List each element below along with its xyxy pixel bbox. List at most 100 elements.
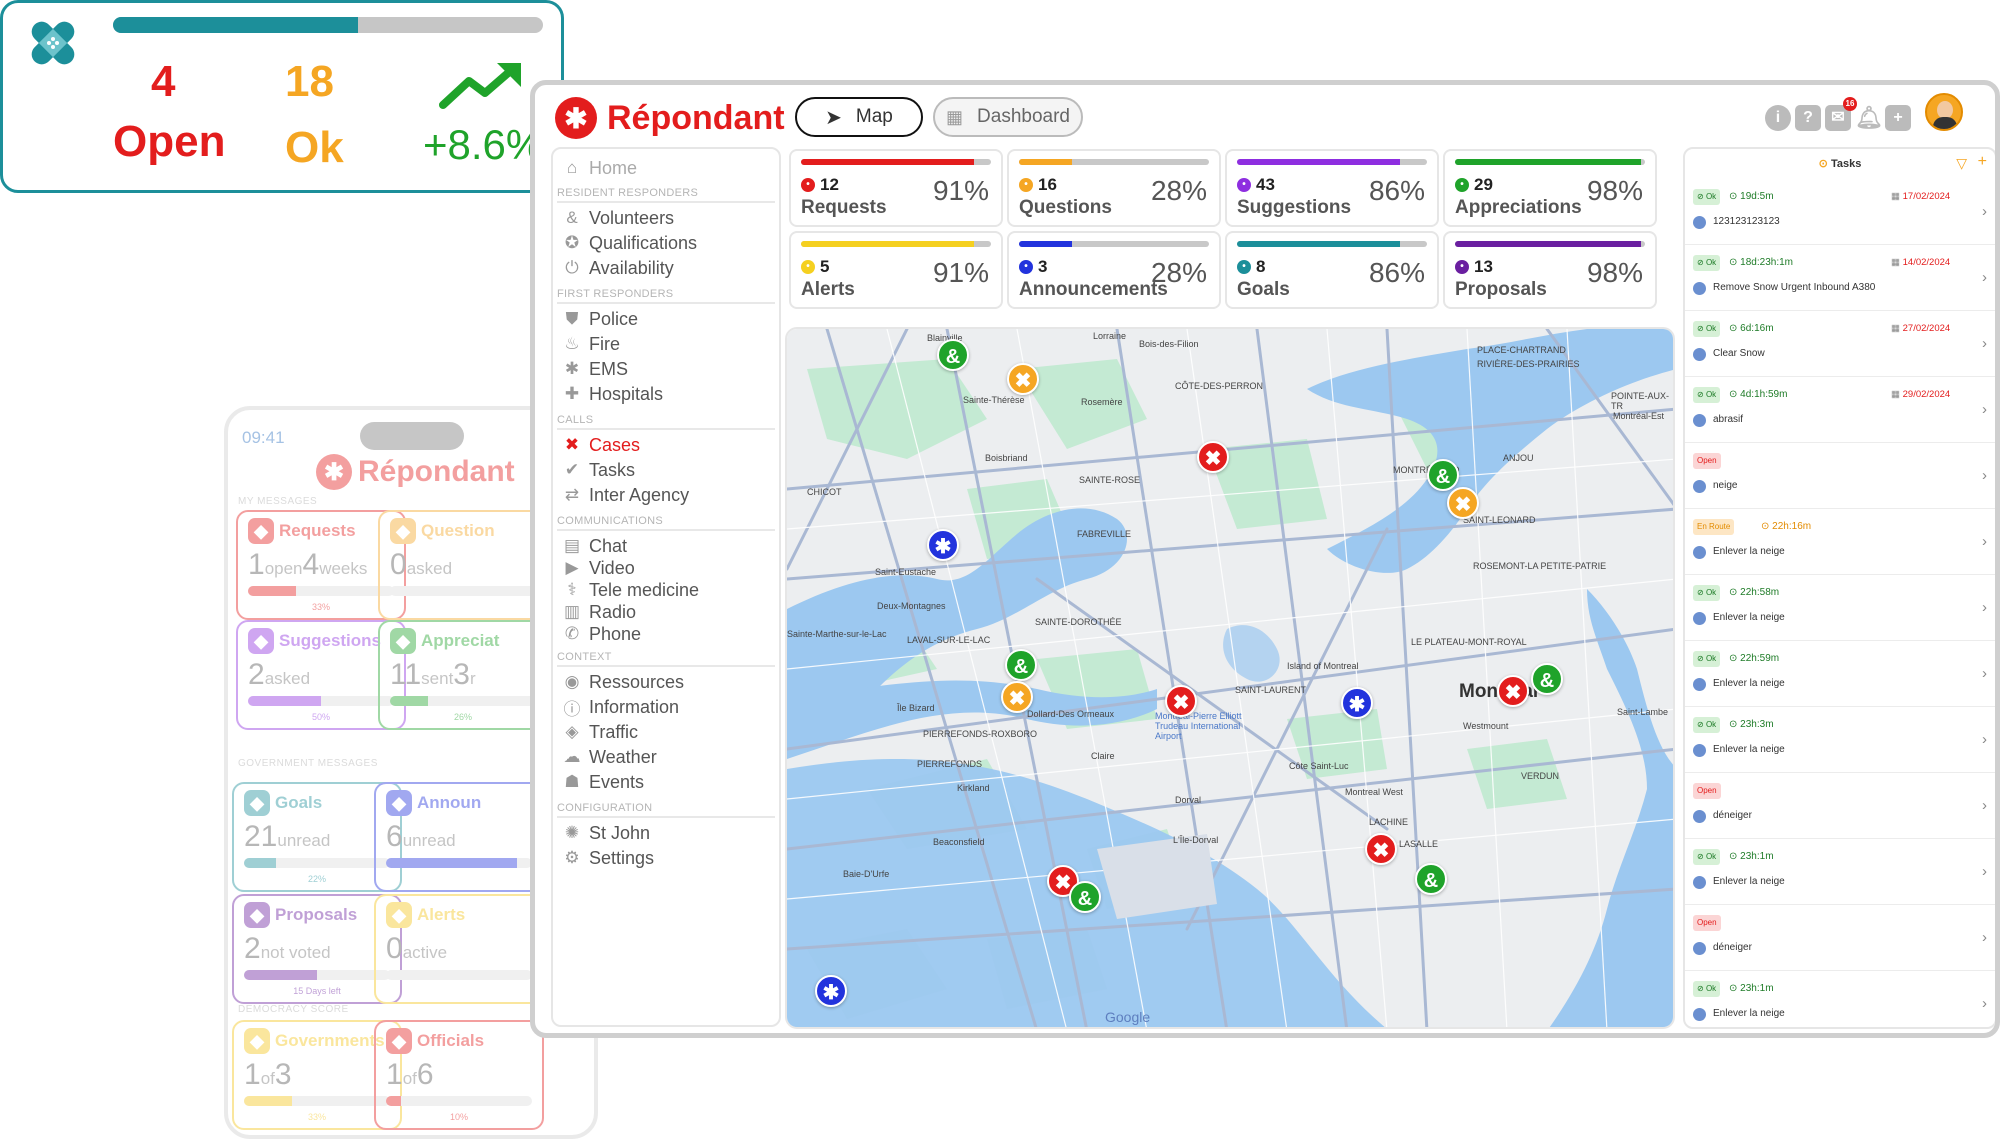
map-marker-case-icon[interactable]: ✖ [1007,363,1039,395]
phone-card-progress-fill [248,696,321,706]
sidebar-item-tele-medicine[interactable]: ⚕ Tele medicine [561,579,699,601]
sidebar-item-qualifications[interactable]: ✪ Qualifications [561,232,697,254]
stat-card-proposals[interactable]: • 13 Proposals 98% [1443,231,1657,309]
sidebar-item-police[interactable]: ⛊ Police [561,308,638,330]
chevron-right-icon[interactable]: › [1982,467,1987,484]
chevron-right-icon[interactable]: › [1982,863,1987,880]
clock-icon: ⊙ [1729,851,1741,862]
map-marker-ems-icon[interactable]: ✱ [1341,687,1373,719]
sidebar-item-traffic[interactable]: ◈ Traffic [561,721,638,743]
st-john-icon: ✺ [564,823,580,842]
task-row[interactable]: ⊘ Ok ⊙ 23h:1m Enlever la neige › [1685,839,1995,905]
task-row[interactable]: Open déneiger › [1685,773,1995,839]
map-marker-case-icon[interactable]: ✖ [1497,675,1529,707]
task-row[interactable]: ⊘ Ok ⊙ 22h:59m Enlever la neige › [1685,641,1995,707]
chevron-right-icon[interactable]: › [1982,401,1987,418]
stat-card-suggestions[interactable]: • 43 Suggestions 86% [1225,149,1439,227]
map-marker-volunteer-icon[interactable]: & [1069,881,1101,913]
info-icon[interactable]: i [1765,105,1791,131]
stat-card-goals[interactable]: • 8 Goals 86% [1225,231,1439,309]
sidebar-item-st-john[interactable]: ✺ St John [561,822,650,844]
map-marker-case-icon[interactable]: ✖ [1197,441,1229,473]
task-row[interactable]: ⊘ Ok ⊙ 22h:58m Enlever la neige › [1685,575,1995,641]
map-marker-ems-icon[interactable]: ✱ [815,975,847,1007]
task-row[interactable]: ⊘ Ok ⊙ 18d:23h:1m 14/02/2024 Remove Snow Ur… [1685,245,1995,311]
sidebar-item-chat[interactable]: ▤ Chat [561,535,627,557]
bandage-icon: ✖ [564,435,580,454]
phone-section-my-messages: MY MESSAGES [238,496,318,507]
sidebar-item-ems[interactable]: ✱ EMS [561,358,628,380]
task-row[interactable]: ⊘ Ok ⊙ 19d:5m 17/02/2024 123123123123 › [1685,179,1995,245]
phone-card-icon: ◆ [386,790,412,816]
filter-icon[interactable]: ▽ [1956,155,1967,172]
add-task-button[interactable]: + [1978,153,1987,171]
sidebar-item-weather[interactable]: ☁ Weather [561,746,657,768]
avatar[interactable] [1925,93,1963,131]
sidebar-item-home[interactable]: ⌂ Home [561,157,637,179]
sidebar-item-events[interactable]: ☗ Events [561,771,644,793]
phone-card-announ[interactable]: ◆ Announ 6unread [374,782,544,892]
task-row[interactable]: Open déneiger › [1685,905,1995,971]
messages-icon[interactable]: ✉ 16 [1825,97,1857,131]
sidebar-item-volunteers[interactable]: & Volunteers [561,207,674,229]
map-view[interactable]: Blainville Lorraine Bois-des-Filion PLACE-C… [785,327,1675,1029]
cases-summary-card[interactable]: 4 Open 18 Ok +8.6% [0,0,564,193]
chevron-right-icon[interactable]: › [1982,335,1987,352]
sidebar-item-availability[interactable]: ⏻ Availability [561,257,673,279]
chevron-right-icon[interactable]: › [1982,995,1987,1012]
sidebar-item-ressources[interactable]: ◉ Ressources [561,671,684,693]
add-icon[interactable]: + [1885,105,1911,131]
help-icon[interactable]: ? [1795,105,1821,131]
map-marker-volunteer-icon[interactable]: & [1415,863,1447,895]
bell-icon[interactable]: 🔔︎ [1855,105,1883,131]
sidebar-item-video[interactable]: ▶ Video [561,557,634,579]
sidebar-item-inter-agency[interactable]: ⇄ Inter Agency [561,484,689,506]
sidebar-item-settings[interactable]: ⚙ Settings [561,847,654,869]
stat-card-announcements[interactable]: • 3 Announcements 28% [1007,231,1221,309]
stat-card-alerts[interactable]: • 5 Alerts 91% [789,231,1003,309]
task-row[interactable]: ⊘ Ok ⊙ 23h:3m Enlever la neige › [1685,707,1995,773]
sidebar-item-tasks[interactable]: ✔ Tasks [561,459,635,481]
phone-card-officials[interactable]: ◆ Officials 1of6 10% [374,1020,544,1130]
map-marker-case-icon[interactable]: ✖ [1165,685,1197,717]
chevron-right-icon[interactable]: › [1982,731,1987,748]
tab-map[interactable]: ➤ Map [795,97,923,137]
chevron-right-icon[interactable]: › [1982,269,1987,286]
phone-card-question[interactable]: ◆ Question 0asked [378,510,548,620]
map-marker-volunteer-icon[interactable]: & [937,339,969,371]
task-row[interactable]: ⊘ Ok ⊙ 4d:1h:59m 29/02/2024 abrasif › [1685,377,1995,443]
map-marker-ems-icon[interactable]: ✱ [927,529,959,561]
sidebar-item-cases[interactable]: ✖ Cases [561,434,640,456]
sidebar-item-phone[interactable]: ✆ Phone [561,623,641,645]
chevron-right-icon[interactable]: › [1982,797,1987,814]
stat-card-appreciations[interactable]: • 29 Appreciations 98% [1443,149,1657,227]
chevron-right-icon[interactable]: › [1982,599,1987,616]
tasks-check-icon: ⊙ [1818,158,1831,170]
phone-card-appreciat[interactable]: ◆ Appreciat 11sent3r 26% [378,620,548,730]
phone-card-alerts[interactable]: ◆ Alerts 0active [374,894,544,1004]
map-marker-case-icon[interactable]: ✖ [1447,487,1479,519]
chevron-right-icon[interactable]: › [1982,203,1987,220]
map-marker-volunteer-icon[interactable]: & [1531,663,1563,695]
task-row[interactable]: Open neige › [1685,443,1995,509]
tab-dashboard[interactable]: ▦ Dashboard [933,97,1083,137]
sidebar-item-hospitals[interactable]: ✚ Hospitals [561,383,663,405]
map-marker-volunteer-icon[interactable]: & [1427,459,1459,491]
map-marker-case-icon[interactable]: ✖ [1365,833,1397,865]
stat-card-requests[interactable]: • 12 Requests 91% [789,149,1003,227]
task-row[interactable]: ⊘ Ok ⊙ 6d:16m 27/02/2024 Clear Snow › [1685,311,1995,377]
chevron-right-icon[interactable]: › [1982,929,1987,946]
task-row[interactable]: ⊘ Ok ⊙ 23h:1m Enlever la neige › [1685,971,1995,1027]
task-due-date: 14/02/2024 [1891,255,1951,271]
stat-card-questions[interactable]: • 16 Questions 28% [1007,149,1221,227]
sidebar-item-radio[interactable]: ▥ Radio [561,601,636,623]
sidebar-item-information[interactable]: ⓘ Information [561,696,680,719]
map-marker-case-icon[interactable]: ✖ [1001,681,1033,713]
sidebar-item-fire[interactable]: ♨ Fire [561,333,620,355]
chevron-right-icon[interactable]: › [1982,665,1987,682]
map-marker-volunteer-icon[interactable]: & [1005,649,1037,681]
app-brand[interactable]: ✱ Répondant [555,97,785,139]
chevron-right-icon[interactable]: › [1982,533,1987,550]
task-row[interactable]: En Route ⊙ 22h:16m Enlever la neige › [1685,509,1995,575]
map-label: Saint-Eustache [875,567,937,577]
